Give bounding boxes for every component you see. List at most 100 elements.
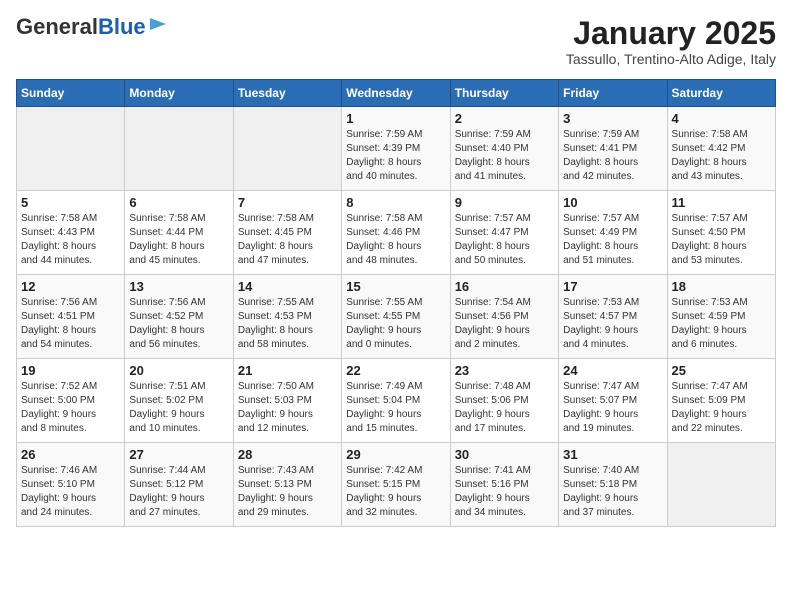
day-info: Sunrise: 7:55 AM Sunset: 4:55 PM Dayligh… — [346, 296, 445, 352]
calendar-cell: 16Sunrise: 7:54 AM Sunset: 4:56 PM Dayli… — [450, 275, 558, 359]
calendar-cell: 27Sunrise: 7:44 AM Sunset: 5:12 PM Dayli… — [125, 443, 233, 527]
calendar-cell: 2Sunrise: 7:59 AM Sunset: 4:40 PM Daylig… — [450, 107, 558, 191]
calendar-table: SundayMondayTuesdayWednesdayThursdayFrid… — [16, 79, 776, 527]
day-number: 12 — [21, 279, 120, 294]
calendar-cell: 18 Sunrise: 7:53 AM Sunset: 4:59 PM Dayli… — [667, 275, 775, 359]
day-info: Sunrise: 7:53 AM Sunset: 4:59 PM Dayligh… — [672, 296, 771, 352]
day-info: Sunrise: 7:56 AM Sunset: 4:51 PM Dayligh… — [21, 296, 120, 352]
day-number: 29 — [346, 447, 445, 462]
day-number: 20 — [129, 363, 228, 378]
day-info: Sunrise: 7:57 AM Sunset: 4:47 PM Dayligh… — [455, 212, 554, 268]
day-number: 17 — [563, 279, 662, 294]
day-info: Sunrise: 7:59 AM Sunset: 4:41 PM Dayligh… — [563, 128, 662, 184]
week-row-4: 19 Sunrise: 7:52 AM Sunset: 5:00 PM Dayli… — [17, 359, 776, 443]
calendar-cell: 4 Sunrise: 7:58 AM Sunset: 4:42 PM Daylig… — [667, 107, 775, 191]
calendar-cell: 31 Sunrise: 7:40 AM Sunset: 5:18 PM Dayli… — [559, 443, 667, 527]
calendar-cell: 13 Sunrise: 7:56 AM Sunset: 4:52 PM Dayli… — [125, 275, 233, 359]
week-row-5: 26Sunrise: 7:46 AM Sunset: 5:10 PM Dayli… — [17, 443, 776, 527]
calendar-cell — [125, 107, 233, 191]
day-info: Sunrise: 7:47 AM Sunset: 5:07 PM Dayligh… — [563, 380, 662, 436]
day-number: 9 — [455, 195, 554, 210]
day-info: Sunrise: 7:58 AM Sunset: 4:42 PM Dayligh… — [672, 128, 771, 184]
calendar-cell: 7 Sunrise: 7:58 AM Sunset: 4:45 PM Daylig… — [233, 191, 341, 275]
day-number: 11 — [672, 195, 771, 210]
calendar-cell: 8 Sunrise: 7:58 AM Sunset: 4:46 PM Daylig… — [342, 191, 450, 275]
day-number: 31 — [563, 447, 662, 462]
day-number: 30 — [455, 447, 554, 462]
day-number: 21 — [238, 363, 337, 378]
calendar-cell: 11 Sunrise: 7:57 AM Sunset: 4:50 PM Dayli… — [667, 191, 775, 275]
calendar-cell: 28Sunrise: 7:43 AM Sunset: 5:13 PM Dayli… — [233, 443, 341, 527]
calendar-cell: 17Sunrise: 7:53 AM Sunset: 4:57 PM Dayli… — [559, 275, 667, 359]
day-number: 24 — [563, 363, 662, 378]
day-info: Sunrise: 7:43 AM Sunset: 5:13 PM Dayligh… — [238, 464, 337, 520]
day-number: 5 — [21, 195, 120, 210]
day-info: Sunrise: 7:58 AM Sunset: 4:45 PM Dayligh… — [238, 212, 337, 268]
day-info: Sunrise: 7:40 AM Sunset: 5:18 PM Dayligh… — [563, 464, 662, 520]
weekday-header-sunday: Sunday — [17, 80, 125, 107]
calendar-cell: 25Sunrise: 7:47 AM Sunset: 5:09 PM Dayli… — [667, 359, 775, 443]
weekday-header-saturday: Saturday — [667, 80, 775, 107]
day-info: Sunrise: 7:42 AM Sunset: 5:15 PM Dayligh… — [346, 464, 445, 520]
weekday-header-monday: Monday — [125, 80, 233, 107]
day-info: Sunrise: 7:59 AM Sunset: 4:40 PM Dayligh… — [455, 128, 554, 184]
day-number: 1 — [346, 111, 445, 126]
week-row-2: 5 Sunrise: 7:58 AM Sunset: 4:43 PM Daylig… — [17, 191, 776, 275]
day-number: 18 — [672, 279, 771, 294]
calendar-cell: 12 Sunrise: 7:56 AM Sunset: 4:51 PM Dayli… — [17, 275, 125, 359]
day-info: Sunrise: 7:55 AM Sunset: 4:53 PM Dayligh… — [238, 296, 337, 352]
day-number: 13 — [129, 279, 228, 294]
calendar-cell: 10 Sunrise: 7:57 AM Sunset: 4:49 PM Dayli… — [559, 191, 667, 275]
day-info: Sunrise: 7:59 AM Sunset: 4:39 PM Dayligh… — [346, 128, 445, 184]
calendar-cell: 26Sunrise: 7:46 AM Sunset: 5:10 PM Dayli… — [17, 443, 125, 527]
day-info: Sunrise: 7:57 AM Sunset: 4:50 PM Dayligh… — [672, 212, 771, 268]
calendar-cell: 19 Sunrise: 7:52 AM Sunset: 5:00 PM Dayli… — [17, 359, 125, 443]
calendar-cell — [17, 107, 125, 191]
week-row-1: 1 Sunrise: 7:59 AM Sunset: 4:39 PM Daylig… — [17, 107, 776, 191]
calendar-cell: 15 Sunrise: 7:55 AM Sunset: 4:55 PM Dayli… — [342, 275, 450, 359]
calendar-body: 1 Sunrise: 7:59 AM Sunset: 4:39 PM Daylig… — [17, 107, 776, 527]
day-number: 15 — [346, 279, 445, 294]
day-number: 6 — [129, 195, 228, 210]
day-number: 8 — [346, 195, 445, 210]
logo-text: GeneralBlue — [16, 16, 146, 38]
weekday-header-thursday: Thursday — [450, 80, 558, 107]
day-number: 7 — [238, 195, 337, 210]
day-number: 23 — [455, 363, 554, 378]
weekday-header-tuesday: Tuesday — [233, 80, 341, 107]
day-info: Sunrise: 7:44 AM Sunset: 5:12 PM Dayligh… — [129, 464, 228, 520]
weekday-header-friday: Friday — [559, 80, 667, 107]
day-info: Sunrise: 7:56 AM Sunset: 4:52 PM Dayligh… — [129, 296, 228, 352]
day-info: Sunrise: 7:50 AM Sunset: 5:03 PM Dayligh… — [238, 380, 337, 436]
calendar-cell: 20 Sunrise: 7:51 AM Sunset: 5:02 PM Dayli… — [125, 359, 233, 443]
logo: GeneralBlue — [16, 16, 168, 38]
day-number: 22 — [346, 363, 445, 378]
day-info: Sunrise: 7:52 AM Sunset: 5:00 PM Dayligh… — [21, 380, 120, 436]
calendar-cell: 9 Sunrise: 7:57 AM Sunset: 4:47 PM Daylig… — [450, 191, 558, 275]
month-title: January 2025 — [566, 16, 776, 51]
day-info: Sunrise: 7:49 AM Sunset: 5:04 PM Dayligh… — [346, 380, 445, 436]
day-info: Sunrise: 7:48 AM Sunset: 5:06 PM Dayligh… — [455, 380, 554, 436]
calendar-cell: 5 Sunrise: 7:58 AM Sunset: 4:43 PM Daylig… — [17, 191, 125, 275]
day-info: Sunrise: 7:51 AM Sunset: 5:02 PM Dayligh… — [129, 380, 228, 436]
day-number: 19 — [21, 363, 120, 378]
calendar-cell: 14 Sunrise: 7:55 AM Sunset: 4:53 PM Dayli… — [233, 275, 341, 359]
day-info: Sunrise: 7:58 AM Sunset: 4:43 PM Dayligh… — [21, 212, 120, 268]
calendar-cell: 21 Sunrise: 7:50 AM Sunset: 5:03 PM Dayli… — [233, 359, 341, 443]
day-number: 4 — [672, 111, 771, 126]
day-info: Sunrise: 7:46 AM Sunset: 5:10 PM Dayligh… — [21, 464, 120, 520]
day-number: 14 — [238, 279, 337, 294]
header: GeneralBlue January 2025 Tassullo, Trent… — [16, 16, 776, 67]
day-number: 10 — [563, 195, 662, 210]
calendar-cell: 3 Sunrise: 7:59 AM Sunset: 4:41 PM Daylig… — [559, 107, 667, 191]
day-info: Sunrise: 7:58 AM Sunset: 4:46 PM Dayligh… — [346, 212, 445, 268]
day-info: Sunrise: 7:54 AM Sunset: 4:56 PM Dayligh… — [455, 296, 554, 352]
day-info: Sunrise: 7:57 AM Sunset: 4:49 PM Dayligh… — [563, 212, 662, 268]
day-info: Sunrise: 7:41 AM Sunset: 5:16 PM Dayligh… — [455, 464, 554, 520]
calendar-cell: 22 Sunrise: 7:49 AM Sunset: 5:04 PM Dayli… — [342, 359, 450, 443]
day-info: Sunrise: 7:47 AM Sunset: 5:09 PM Dayligh… — [672, 380, 771, 436]
day-info: Sunrise: 7:58 AM Sunset: 4:44 PM Dayligh… — [129, 212, 228, 268]
calendar-cell: 1 Sunrise: 7:59 AM Sunset: 4:39 PM Daylig… — [342, 107, 450, 191]
calendar-cell: 23 Sunrise: 7:48 AM Sunset: 5:06 PM Dayli… — [450, 359, 558, 443]
day-number: 3 — [563, 111, 662, 126]
